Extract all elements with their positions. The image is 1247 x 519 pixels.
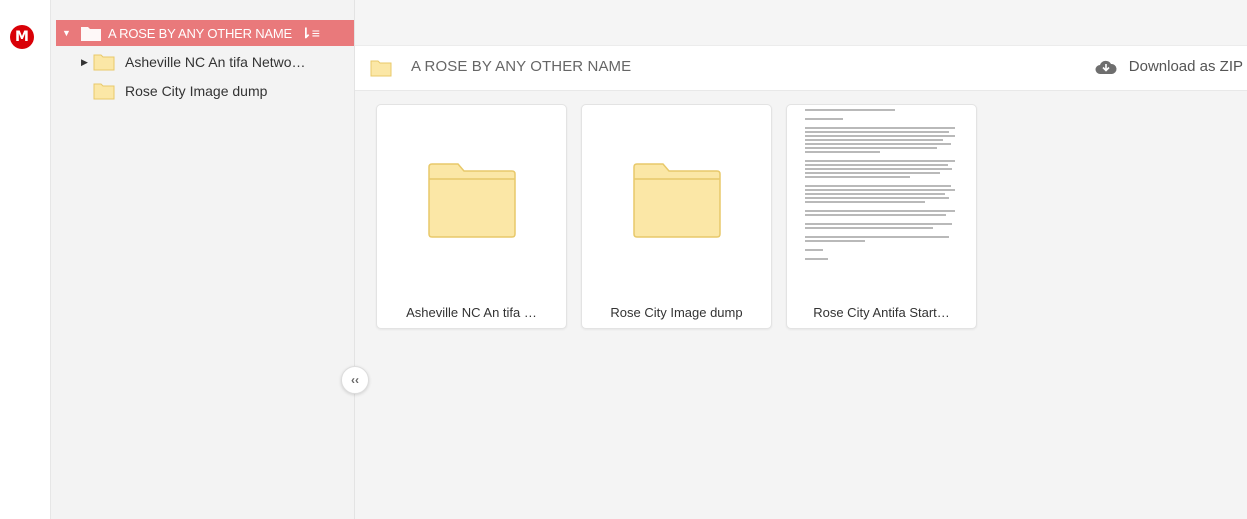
folder-open-icon bbox=[81, 26, 101, 41]
folder-icon bbox=[633, 163, 721, 238]
file-grid: Asheville NC An tifa … Rose City Image d… bbox=[355, 91, 1247, 519]
folder-icon bbox=[93, 83, 115, 100]
left-rail: M bbox=[0, 0, 51, 519]
sort-icon[interactable]: ⇂≡ bbox=[300, 25, 320, 42]
tree-root-label: A ROSE BY ANY OTHER NAME bbox=[108, 25, 292, 41]
folder-icon bbox=[428, 163, 516, 238]
folder-tree-sidebar: ▼ A ROSE BY ANY OTHER NAME ⇂≡ ▶ Ashevill… bbox=[51, 0, 355, 519]
collapse-sidebar-button[interactable]: ‹‹ bbox=[341, 366, 369, 394]
document-preview-lines bbox=[805, 109, 955, 262]
caret-right-icon[interactable]: ▶ bbox=[81, 57, 93, 68]
folder-header: A ROSE BY ANY OTHER NAME Download as ZIP bbox=[355, 46, 1247, 91]
tree-item-asheville[interactable]: ▶ Asheville NC An tifa Netwo… bbox=[81, 50, 306, 74]
tree-item-label: Rose City Image dump bbox=[125, 83, 268, 99]
tree-root-folder[interactable]: ▼ A ROSE BY ANY OTHER NAME ⇂≡ bbox=[56, 20, 354, 46]
caret-down-icon[interactable]: ▼ bbox=[62, 28, 72, 38]
folder-icon bbox=[93, 54, 115, 71]
document-thumbnail bbox=[787, 105, 976, 295]
cloud-download-icon bbox=[1095, 60, 1117, 74]
file-card-rose-city-image-dump[interactable]: Rose City Image dump bbox=[581, 104, 772, 329]
download-zip-button[interactable]: Download as ZIP bbox=[1095, 58, 1243, 75]
file-name: Rose City Antifa Start… bbox=[813, 305, 950, 320]
tree-item-label: Asheville NC An tifa Netwo… bbox=[125, 54, 306, 70]
page-title: A ROSE BY ANY OTHER NAME bbox=[411, 58, 632, 75]
file-card-asheville[interactable]: Asheville NC An tifa … bbox=[376, 104, 567, 329]
mega-logo[interactable]: M bbox=[10, 25, 34, 49]
file-card-rose-city-antifa-document[interactable]: Rose City Antifa Start… bbox=[786, 104, 977, 329]
top-bar bbox=[355, 0, 1247, 46]
folder-icon bbox=[370, 60, 392, 77]
file-name: Rose City Image dump bbox=[610, 305, 743, 320]
file-name: Asheville NC An tifa … bbox=[406, 305, 537, 320]
tree-item-rose-city-image-dump[interactable]: Rose City Image dump bbox=[81, 79, 267, 103]
download-zip-label: Download as ZIP bbox=[1128, 58, 1243, 75]
